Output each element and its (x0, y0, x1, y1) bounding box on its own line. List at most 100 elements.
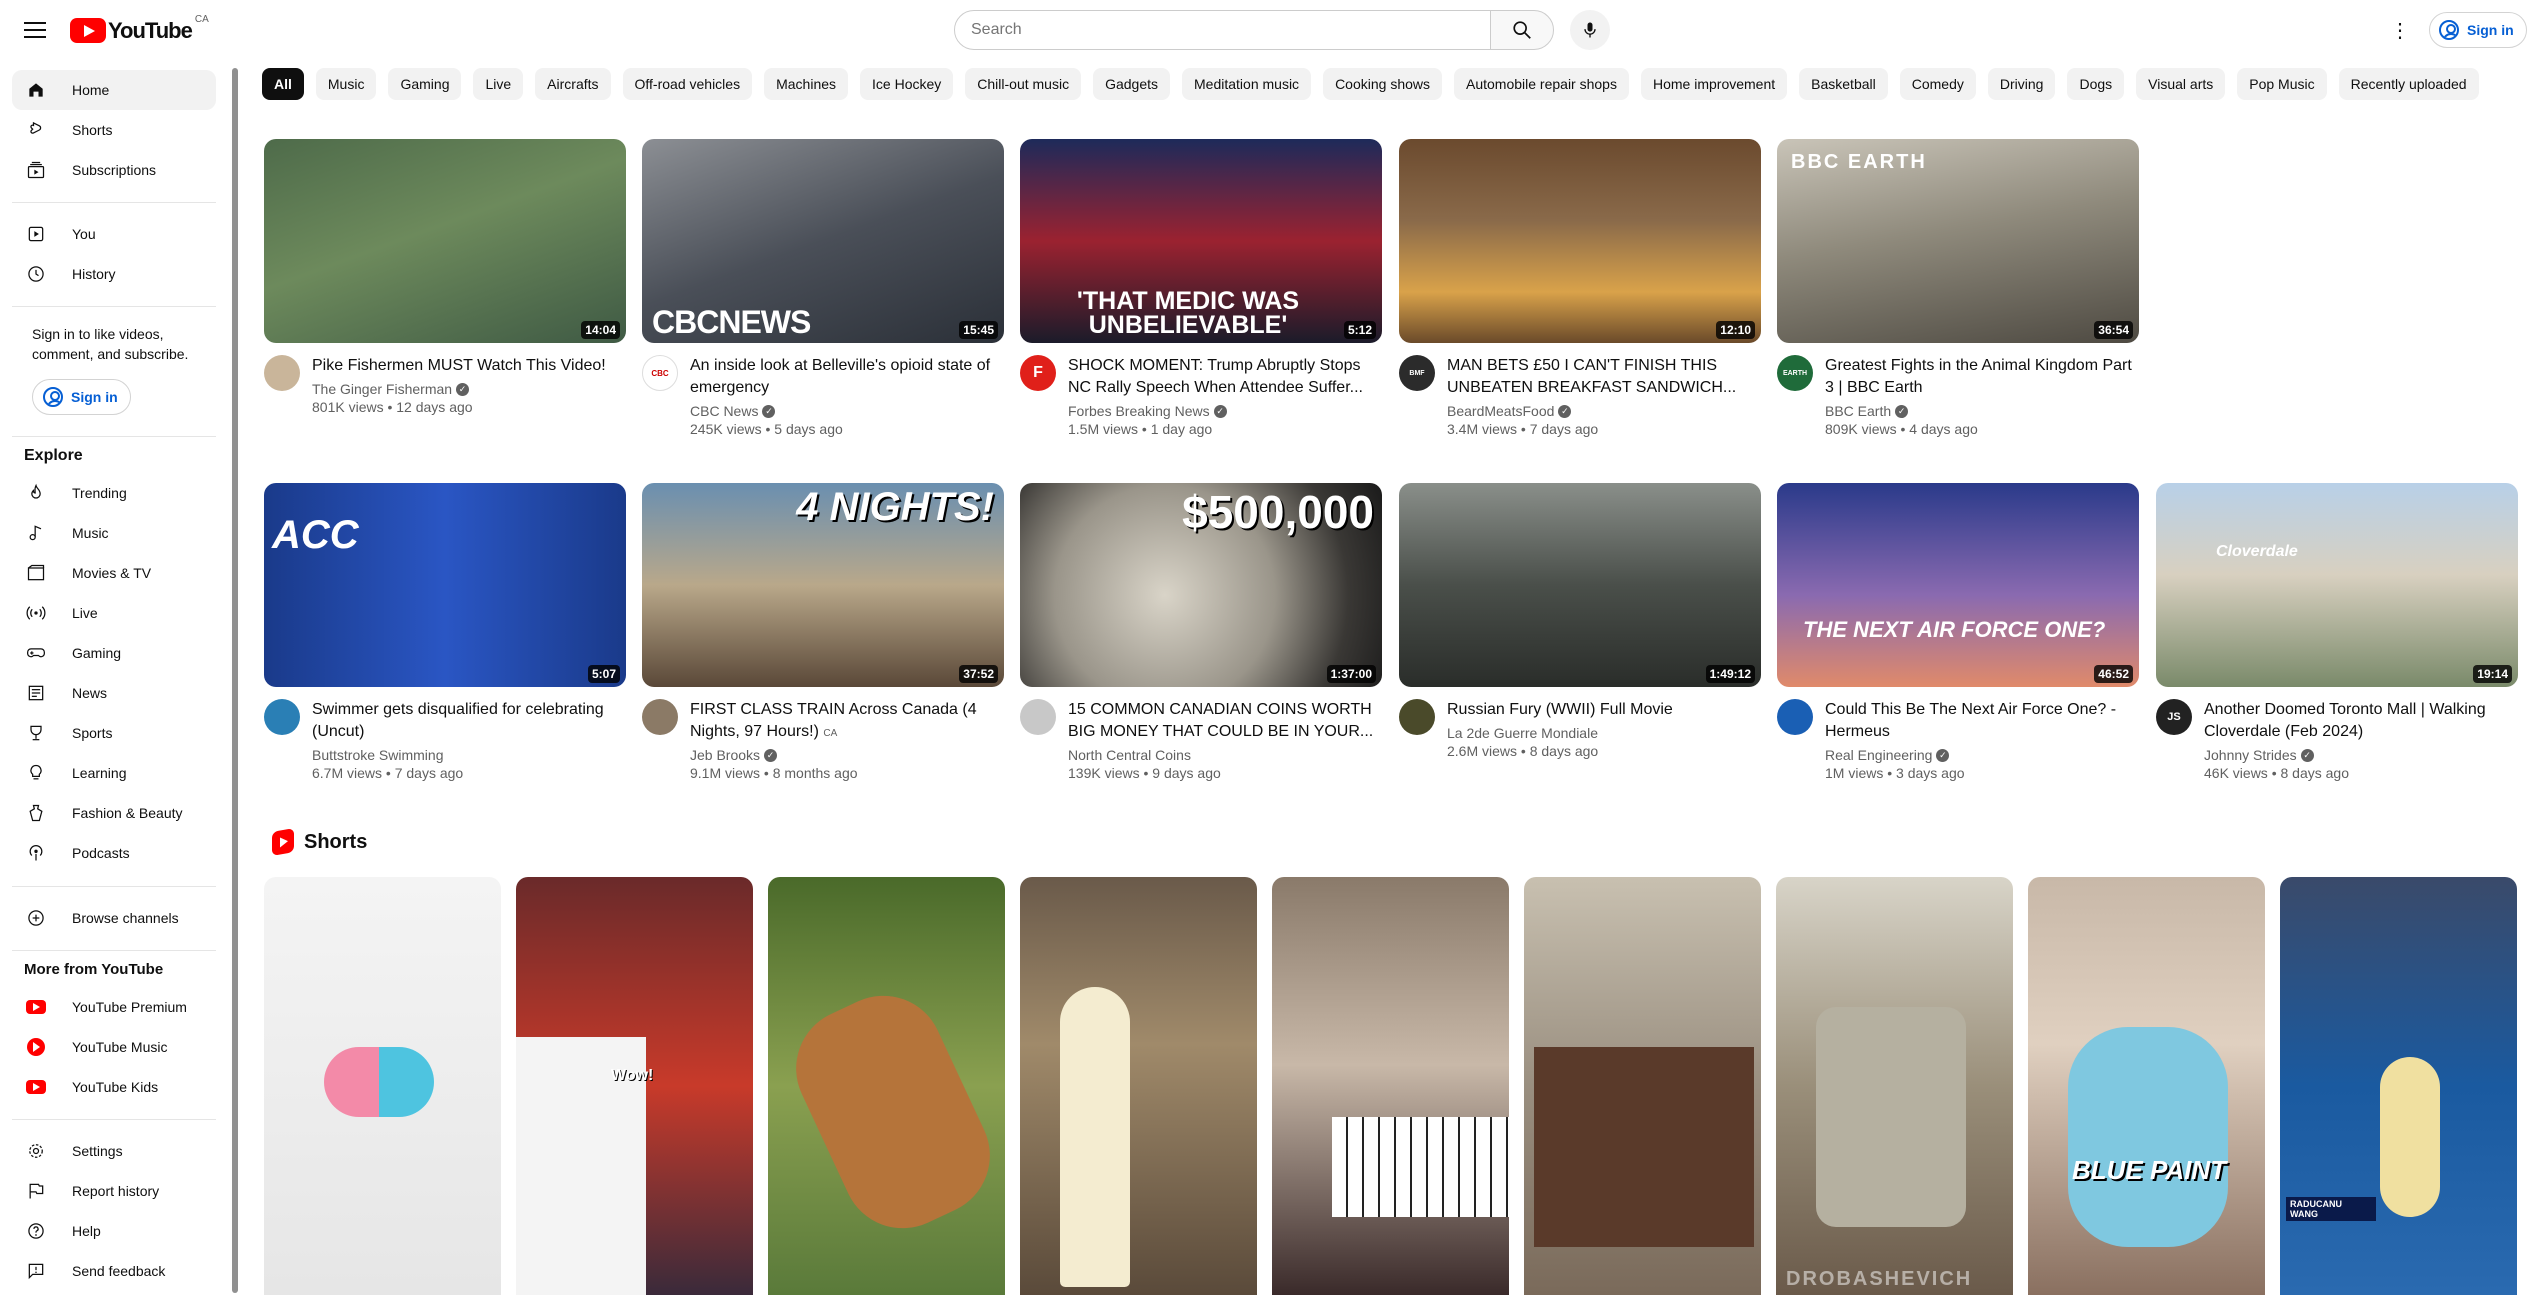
sidebar-item-music[interactable]: Music (12, 513, 216, 553)
chip-recently-uploaded[interactable]: Recently uploaded (2338, 68, 2479, 100)
chip-all[interactable]: All (262, 68, 304, 100)
short-card[interactable]: Wow! (516, 877, 753, 1295)
sidebar-item-history[interactable]: History (12, 254, 216, 294)
video-thumbnail[interactable]: 1:49:12 (1399, 483, 1761, 687)
video-card[interactable]: $500,000 1:37:00 15 COMMON CANADIAN COIN… (1020, 483, 1382, 781)
video-title[interactable]: Russian Fury (WWII) Full Movie (1447, 699, 1673, 721)
sidebar-signin-button[interactable]: Sign in (32, 379, 131, 415)
chip-pop-music[interactable]: Pop Music (2237, 68, 2327, 100)
short-card[interactable] (768, 877, 1005, 1295)
channel-name[interactable]: Forbes Breaking News (1068, 403, 1210, 419)
short-card[interactable]: BLUE PAINT (2028, 877, 2265, 1295)
sidebar-item-youtube-premium[interactable]: YouTube Premium (12, 987, 216, 1027)
chip-comedy[interactable]: Comedy (1899, 68, 1976, 100)
video-thumbnail[interactable]: THE NEXT AIR FORCE ONE? 46:52 (1777, 483, 2139, 687)
chip-aircrafts[interactable]: Aircrafts (535, 68, 611, 100)
channel-name[interactable]: Johnny Strides (2204, 747, 2297, 763)
sidebar-item-trending[interactable]: Trending (12, 473, 216, 513)
video-thumbnail[interactable]: ACC 5:07 (264, 483, 626, 687)
video-title[interactable]: 15 COMMON CANADIAN COINS WORTH BIG MONEY… (1068, 699, 1382, 743)
chip-live[interactable]: Live (473, 68, 524, 100)
channel-avatar[interactable]: BMF (1399, 355, 1435, 391)
chip-machines[interactable]: Machines (764, 68, 849, 100)
video-title[interactable]: SHOCK MOMENT: Trump Abruptly Stops NC Ra… (1068, 355, 1382, 399)
channel-name[interactable]: CBC News (690, 403, 758, 419)
chip-music[interactable]: Music (315, 68, 377, 100)
chip-automobile-repair-shops[interactable]: Automobile repair shops (1454, 68, 1629, 100)
channel-avatar[interactable] (1399, 699, 1435, 735)
sidebar-item-you[interactable]: You (12, 214, 216, 254)
channel-avatar[interactable]: EARTH (1777, 355, 1813, 391)
video-title[interactable]: Swimmer gets disqualified for celebratin… (312, 699, 626, 743)
video-card[interactable]: Cloverdale 19:14 JS Another Doomed Toron… (2156, 483, 2518, 781)
video-thumbnail[interactable]: Cloverdale 19:14 (2156, 483, 2518, 687)
search-input[interactable] (954, 10, 1491, 50)
channel-avatar[interactable] (642, 699, 678, 735)
short-card[interactable]: RADUCANU WANG (2280, 877, 2517, 1295)
chip-chill-out-music[interactable]: Chill-out music (965, 68, 1082, 100)
chip-visual-arts[interactable]: Visual arts (2136, 68, 2226, 100)
video-thumbnail[interactable]: 'THAT MEDIC WAS UNBELIEVABLE' 5:12 (1020, 139, 1382, 343)
video-title[interactable]: FIRST CLASS TRAIN Across Canada (4 Night… (690, 699, 1004, 743)
sidebar-item-home[interactable]: Home (12, 70, 216, 110)
sidebar-item-learning[interactable]: Learning (12, 753, 216, 793)
video-thumbnail[interactable]: 4 NIGHTS! 37:52 (642, 483, 1004, 687)
channel-name[interactable]: BBC Earth (1825, 403, 1891, 419)
chip-ice-hockey[interactable]: Ice Hockey (860, 68, 954, 100)
channel-name[interactable]: Jeb Brooks (690, 747, 760, 763)
chip-dogs[interactable]: Dogs (2067, 68, 2125, 100)
video-thumbnail[interactable]: CBCNEWS 15:45 (642, 139, 1004, 343)
video-card[interactable]: 1:49:12 Russian Fury (WWII) Full Movie L… (1399, 483, 1761, 759)
video-thumbnail[interactable]: BBC EARTH 36:54 (1777, 139, 2139, 343)
sidebar-item-report-history[interactable]: Report history (12, 1171, 216, 1211)
sidebar-item-send-feedback[interactable]: Send feedback (12, 1251, 216, 1291)
video-thumbnail[interactable]: 14:04 (264, 139, 626, 343)
video-title[interactable]: Greatest Fights in the Animal Kingdom Pa… (1825, 355, 2139, 399)
chip-off-road-vehicles[interactable]: Off-road vehicles (622, 68, 753, 100)
chip-home-improvement[interactable]: Home improvement (1640, 68, 1788, 100)
sidebar-item-browse-channels[interactable]: Browse channels (12, 898, 216, 938)
sidebar-item-live[interactable]: Live (12, 593, 216, 633)
video-card[interactable]: THE NEXT AIR FORCE ONE? 46:52 Could This… (1777, 483, 2139, 781)
sidebar-item-youtube-music[interactable]: YouTube Music (12, 1027, 216, 1067)
video-card[interactable]: 4 NIGHTS! 37:52 FIRST CLASS TRAIN Across… (642, 483, 1004, 781)
sidebar-item-shorts[interactable]: Shorts (12, 110, 216, 150)
short-card[interactable] (1272, 877, 1509, 1295)
channel-avatar[interactable]: JS (2156, 699, 2192, 735)
video-card[interactable]: CBCNEWS 15:45 CBC An inside look at Bell… (642, 139, 1004, 437)
channel-name[interactable]: Real Engineering (1825, 747, 1932, 763)
hamburger-menu-icon[interactable] (21, 17, 49, 45)
channel-name[interactable]: BeardMeatsFood (1447, 403, 1554, 419)
video-card[interactable]: ACC 5:07 Swimmer gets disqualified for c… (264, 483, 626, 781)
header-signin-button[interactable]: Sign in (2429, 12, 2527, 48)
short-card[interactable]: DROBASHEVICH (1776, 877, 2013, 1295)
video-thumbnail[interactable]: $500,000 1:37:00 (1020, 483, 1382, 687)
chip-driving[interactable]: Driving (1987, 68, 2056, 100)
video-title[interactable]: MAN BETS £50 I CAN'T FINISH THIS UNBEATE… (1447, 355, 1761, 399)
video-title[interactable]: An inside look at Belleville's opioid st… (690, 355, 1004, 399)
channel-avatar[interactable]: F (1020, 355, 1056, 391)
voice-search-button[interactable] (1570, 10, 1610, 50)
sidebar-item-movies[interactable]: Movies & TV (12, 553, 216, 593)
search-button[interactable] (1490, 10, 1554, 50)
sidebar-item-settings[interactable]: Settings (12, 1131, 216, 1171)
chip-gaming[interactable]: Gaming (388, 68, 462, 100)
channel-name[interactable]: The Ginger Fisherman (312, 381, 452, 397)
youtube-logo[interactable]: YouTube CA (70, 14, 209, 46)
short-card[interactable] (1524, 877, 1761, 1295)
video-title[interactable]: Could This Be The Next Air Force One? - … (1825, 699, 2139, 743)
short-card[interactable] (264, 877, 501, 1295)
sidebar-item-fashion[interactable]: Fashion & Beauty (12, 793, 216, 833)
sidebar-item-subscriptions[interactable]: Subscriptions (12, 150, 216, 190)
channel-avatar[interactable] (1777, 699, 1813, 735)
chip-meditation-music[interactable]: Meditation music (1182, 68, 1312, 100)
sidebar-item-youtube-kids[interactable]: YouTube Kids (12, 1067, 216, 1107)
video-title[interactable]: Another Doomed Toronto Mall | Walking Cl… (2204, 699, 2518, 743)
chip-gadgets[interactable]: Gadgets (1093, 68, 1171, 100)
video-card[interactable]: BBC EARTH 36:54 EARTH Greatest Fights in… (1777, 139, 2139, 437)
chip-basketball[interactable]: Basketball (1799, 68, 1888, 100)
video-title[interactable]: Pike Fishermen MUST Watch This Video! (312, 355, 606, 377)
channel-avatar[interactable] (264, 699, 300, 735)
video-card[interactable]: 12:10 BMF MAN BETS £50 I CAN'T FINISH TH… (1399, 139, 1761, 437)
sidebar-scrollbar[interactable] (232, 68, 238, 1293)
